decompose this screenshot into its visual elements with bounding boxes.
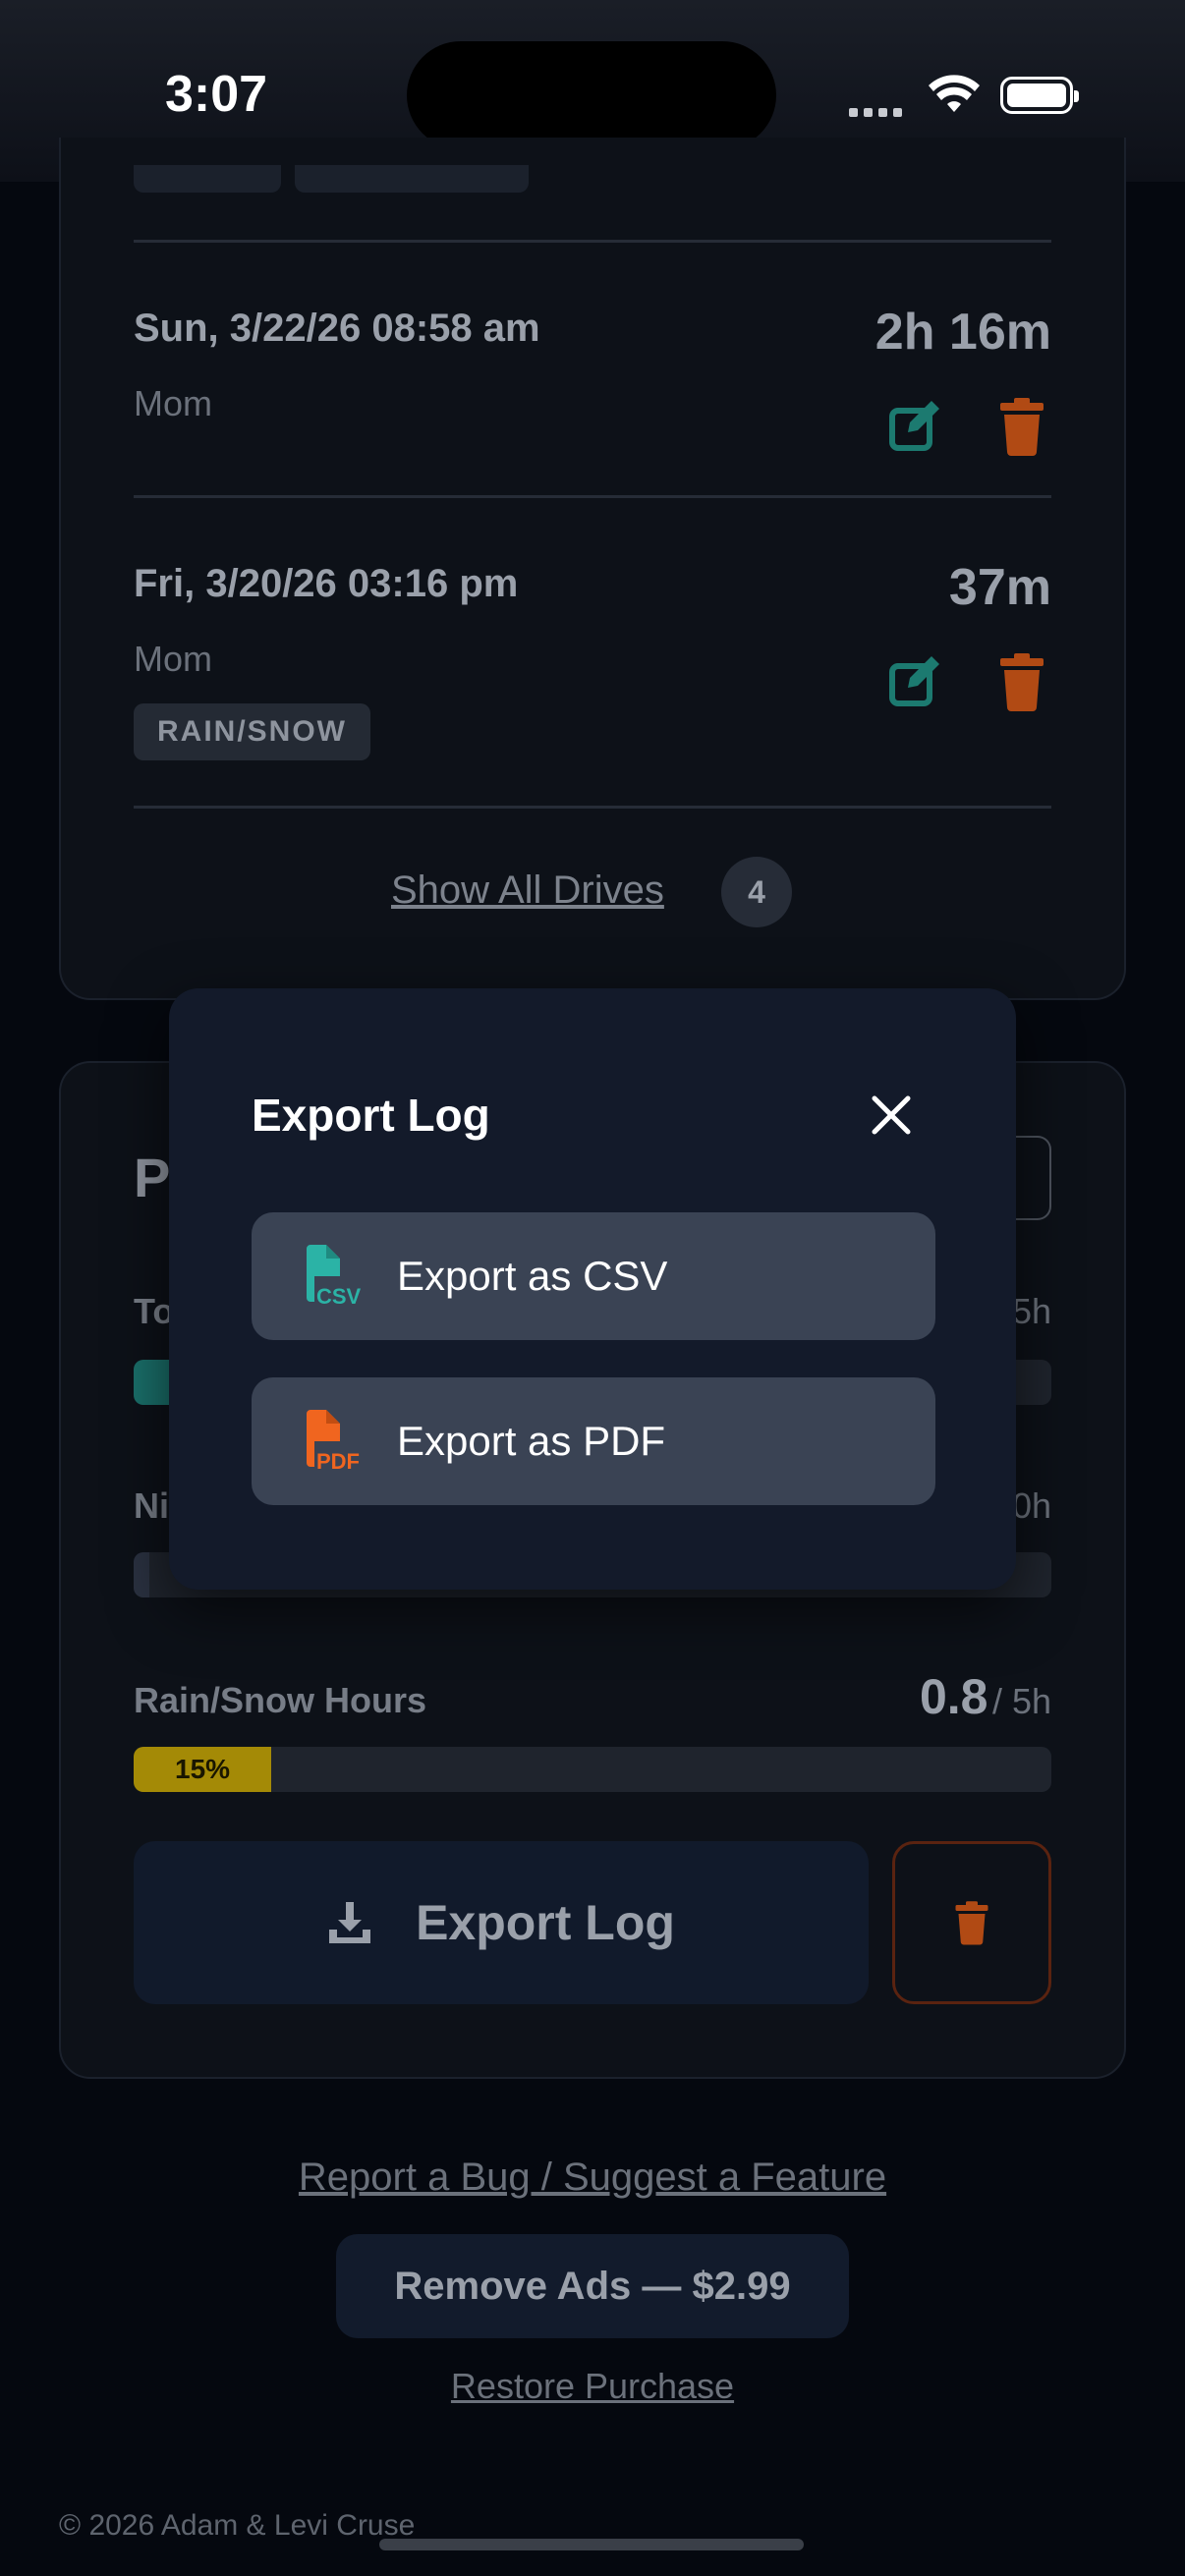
drive-count-badge: 4 [721, 857, 792, 927]
rain-hours-label: Rain/Snow Hours [134, 1680, 427, 1720]
cellular-signal-icon [849, 104, 908, 122]
delete-icon[interactable] [990, 395, 1053, 458]
export-csv-label: Export as CSV [397, 1253, 668, 1299]
drive-date: Sun, 3/22/26 08:58 am [134, 307, 540, 350]
drive-date: Fri, 3/20/26 03:16 pm [134, 562, 519, 605]
svg-text:PDF: PDF [316, 1449, 360, 1473]
battery-icon [1000, 77, 1079, 114]
status-time: 3:07 [165, 66, 268, 123]
drive-driver: Mom [134, 639, 212, 679]
delete-icon[interactable] [990, 650, 1053, 713]
csv-file-icon: CSV [307, 1245, 362, 1308]
rain-hours-value-wrap: 0.8 / 5h [920, 1668, 1051, 1725]
tag-partial [295, 165, 529, 193]
remove-ads-button[interactable]: Remove Ads — $2.99 [336, 2234, 849, 2338]
export-log-button[interactable]: Export Log [134, 1841, 869, 2004]
night-hours-bar-fill [134, 1552, 149, 1597]
tag-partial [134, 165, 281, 193]
show-all-drives-link[interactable]: Show All Drives [391, 868, 664, 913]
restore-purchase-link[interactable]: Restore Purchase [0, 2366, 1185, 2407]
edit-icon[interactable] [884, 650, 947, 713]
night-hours-label: Ni [134, 1485, 169, 1526]
total-hours-goal: 5h [1012, 1291, 1052, 1331]
export-log-label: Export Log [416, 1895, 675, 1950]
edit-icon[interactable] [884, 395, 947, 458]
progress-title: P [134, 1147, 171, 1208]
drive-driver: Mom [134, 383, 212, 423]
export-modal: Export Log CSV Export as CSV PDF Export … [169, 988, 1016, 1590]
home-indicator [379, 2539, 804, 2550]
export-pdf-label: Export as PDF [397, 1418, 666, 1464]
pdf-file-icon: PDF [307, 1410, 360, 1473]
wifi-icon [929, 75, 980, 112]
divider [134, 495, 1051, 498]
rain-hours-goal: / 5h [991, 1681, 1051, 1721]
trash-icon [955, 1901, 988, 1945]
night-hours-goal: 0h [1012, 1485, 1052, 1526]
rain-hours-bar: 15% [134, 1747, 1051, 1792]
rain-hours-bar-fill: 15% [134, 1747, 272, 1792]
rain-hours-value: 0.8 [919, 1669, 988, 1724]
modal-title: Export Log [252, 1090, 490, 1141]
export-csv-button[interactable]: CSV Export as CSV [252, 1212, 935, 1340]
drive-duration: 37m [948, 559, 1051, 616]
svg-text:CSV: CSV [316, 1284, 362, 1308]
rain-hours-percent: 15% [175, 1754, 231, 1784]
copyright: © 2026 Adam & Levi Cruse [59, 2509, 416, 2542]
divider [134, 240, 1051, 243]
dynamic-island [407, 41, 776, 149]
clear-log-button[interactable] [892, 1841, 1051, 2004]
export-pdf-button[interactable]: PDF Export as PDF [252, 1377, 935, 1505]
report-bug-link[interactable]: Report a Bug / Suggest a Feature [0, 2156, 1185, 2200]
rain-snow-tag: RAIN/SNOW [134, 703, 370, 760]
divider [134, 806, 1051, 809]
download-icon [329, 1902, 371, 1943]
close-icon[interactable] [867, 1091, 916, 1140]
drive-duration: 2h 16m [875, 304, 1051, 361]
